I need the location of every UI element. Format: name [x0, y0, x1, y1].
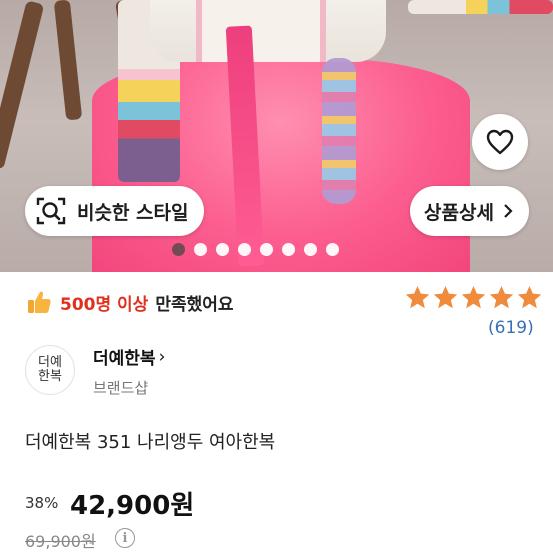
brand-logo[interactable]: 더예 한복 — [25, 345, 75, 395]
star-icon — [461, 286, 486, 309]
product-detail-button[interactable]: 상품상세 — [410, 186, 529, 236]
slide-dot[interactable] — [172, 243, 185, 256]
sale-price: 42,900원 — [70, 491, 195, 521]
star-icon — [433, 286, 458, 309]
image-search-icon — [36, 197, 66, 225]
review-count-link[interactable]: (619) — [488, 318, 534, 338]
star-icon — [405, 286, 430, 309]
chevron-right-icon — [504, 204, 513, 218]
thumbs-up-icon — [28, 291, 51, 313]
slide-dot[interactable] — [282, 243, 295, 256]
chair-leg — [0, 0, 45, 170]
brand-name-link[interactable]: 더예한복 › — [93, 344, 166, 370]
similar-style-label: 비슷한 스타일 — [77, 201, 189, 224]
similar-style-button[interactable]: 비슷한 스타일 — [25, 186, 204, 236]
product-image[interactable]: 비슷한 스타일 상품상세 — [0, 0, 553, 272]
slide-dot[interactable] — [260, 243, 273, 256]
chevron-right-icon: › — [158, 346, 166, 367]
brand-name: 더예한복 — [93, 349, 156, 369]
star-icon — [489, 286, 514, 309]
star-icon — [517, 286, 542, 309]
slide-dot[interactable] — [326, 243, 339, 256]
wish-button[interactable] — [472, 114, 528, 170]
chair-leg — [53, 0, 83, 121]
product-detail-label: 상품상세 — [424, 201, 494, 224]
slide-dot[interactable] — [304, 243, 317, 256]
product-title: 더예한복 351 나리앵두 여아한복 — [25, 432, 276, 453]
brand-shop-type: 브랜드샵 — [93, 379, 149, 397]
hanbok-collar — [196, 0, 326, 62]
info-circle-icon[interactable]: i — [115, 528, 135, 548]
hanbok-sleeve — [408, 0, 553, 14]
original-price: 69,900원 — [25, 532, 96, 551]
star-rating[interactable] — [404, 284, 543, 311]
satisfaction-text: 만족했어요 — [155, 294, 234, 315]
brand-logo-text: 더예 한복 — [38, 355, 62, 384]
slide-dot[interactable] — [194, 243, 207, 256]
discount-rate: 38% — [25, 494, 59, 512]
satisfaction-highlight: 500명 이상 — [60, 294, 149, 315]
slide-indicator — [172, 243, 339, 256]
slide-dot[interactable] — [238, 243, 251, 256]
norigae-ornament — [322, 58, 356, 204]
heart-outline-icon — [486, 129, 514, 155]
satisfaction-summary: 500명 이상 만족했어요 — [26, 289, 234, 315]
slide-dot[interactable] — [216, 243, 229, 256]
